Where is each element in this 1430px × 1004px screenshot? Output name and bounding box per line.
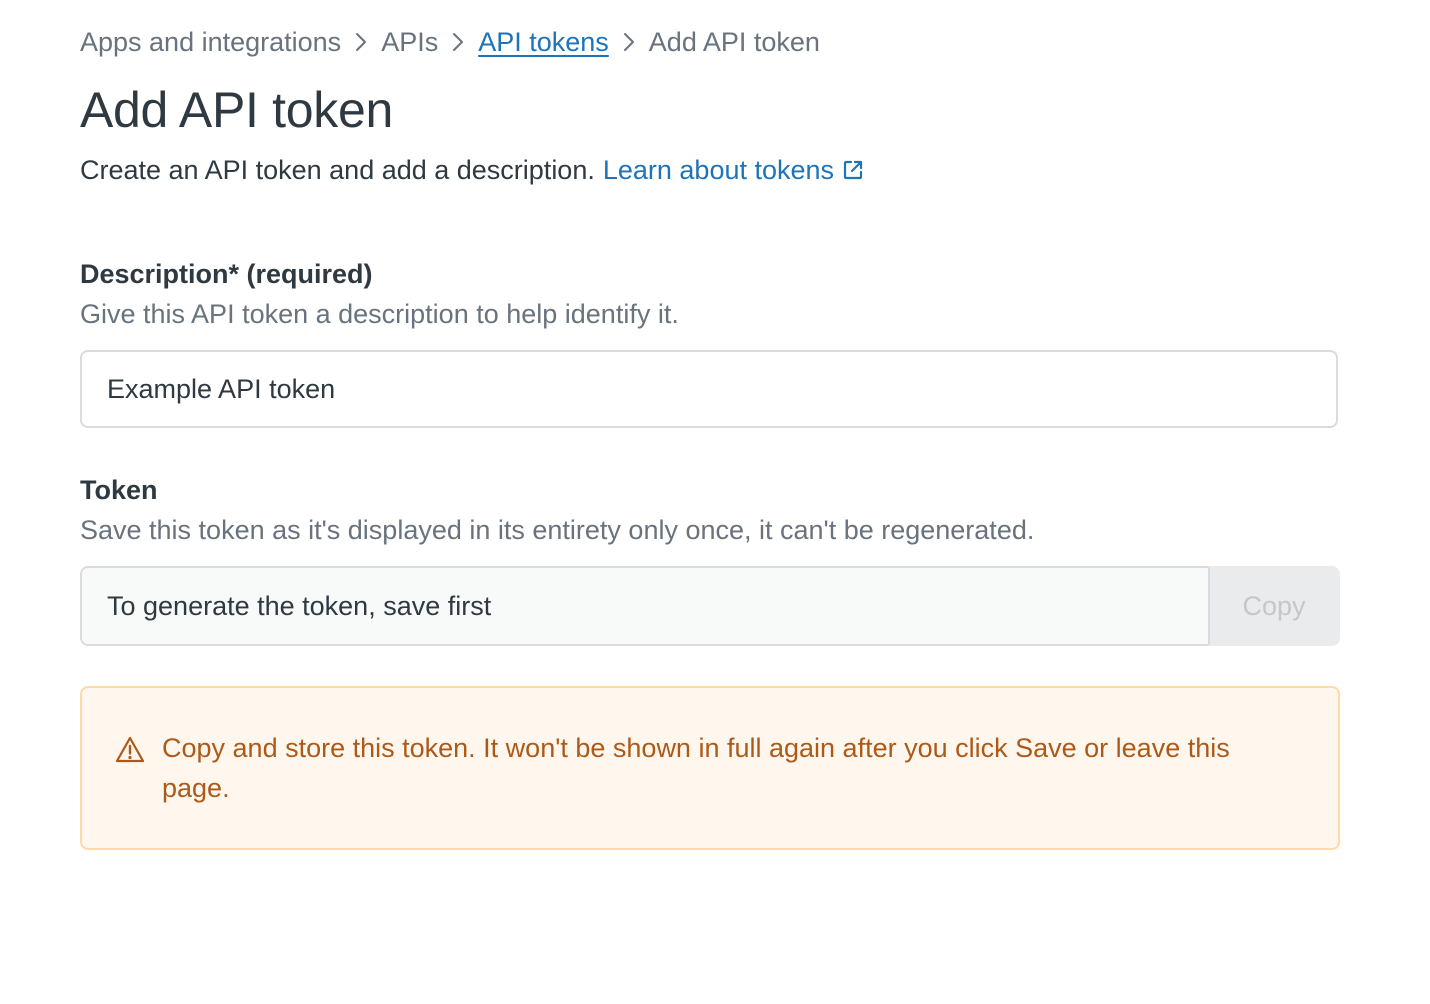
chevron-right-icon: [341, 22, 381, 62]
copy-button[interactable]: Copy: [1208, 566, 1340, 646]
description-hint: Give this API token a description to hel…: [80, 299, 679, 329]
token-input-group: Copy: [80, 566, 1340, 646]
warning-triangle-icon: [115, 736, 145, 763]
token-hint: Save this token as it's displayed in its…: [80, 515, 1035, 545]
description-input[interactable]: [80, 350, 1338, 428]
page-title: Add API token: [80, 82, 393, 138]
breadcrumb: Apps and integrations APIs API tokens Ad…: [80, 22, 820, 62]
chevron-right-icon: [609, 22, 649, 62]
page-description: Create an API token and add a descriptio…: [80, 152, 864, 188]
breadcrumb-current-page: Add API token: [648, 26, 820, 57]
learn-about-tokens-link[interactable]: Learn about tokens: [603, 152, 864, 188]
page: Apps and integrations APIs API tokens Ad…: [0, 0, 1430, 1004]
warning-alert-text: Copy and store this token. It won't be s…: [162, 733, 1230, 803]
token-label: Token: [80, 475, 158, 505]
chevron-right-icon: [438, 22, 478, 62]
breadcrumb-item-apis[interactable]: APIs: [381, 27, 438, 58]
description-label: Description* (required): [80, 259, 373, 289]
warning-alert: Copy and store this token. It won't be s…: [80, 686, 1340, 850]
page-description-text: Create an API token and add a descriptio…: [80, 155, 595, 185]
breadcrumb-item-apps-and-integrations[interactable]: Apps and integrations: [80, 27, 341, 58]
token-input[interactable]: [80, 566, 1208, 646]
learn-about-tokens-label: Learn about tokens: [602, 155, 835, 185]
breadcrumb-link-api-tokens[interactable]: API tokens: [478, 27, 609, 58]
external-link-icon: [843, 160, 863, 180]
